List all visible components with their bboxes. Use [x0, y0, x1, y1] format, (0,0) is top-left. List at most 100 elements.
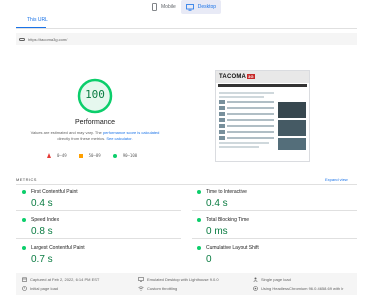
initial-page-load: Initial page load [22, 286, 58, 291]
tab-mobile[interactable]: Mobile [147, 0, 181, 14]
note-text-1: Values are estimated and may vary. The [30, 130, 103, 135]
metric-divider [192, 238, 357, 239]
browser-text: Using HeadlessChromium 96.0.4658.69 with… [261, 286, 344, 291]
metric-fcp: First Contentful Paint 0.4 s [22, 189, 78, 209]
url-text: https://tacoma3g.com/ [28, 36, 68, 42]
note-text-2: directly from these metrics. [57, 136, 107, 141]
tab-mobile-label: Mobile [161, 4, 176, 10]
metric-tti: Time to Interactive 0.4 s [197, 189, 247, 209]
tab-desktop[interactable]: Desktop [180, 0, 222, 14]
metric-lcp: Largest Contentful Paint 0.7 s [22, 245, 85, 265]
thumbnail-line [219, 146, 259, 148]
runtime-settings: Captured at Feb 2, 2022, 6:14 PM EST Emu… [16, 273, 357, 295]
desktop-icon [185, 3, 194, 11]
phone-icon [152, 3, 157, 11]
thumbnail-body [216, 88, 309, 158]
emulated-device: Emulated Desktop with Lighthouse 9.0.0 [138, 277, 219, 282]
metric-value: 0 ms [206, 226, 228, 237]
initial-load-text: Initial page load [30, 286, 59, 291]
thumbnail-logo-text: TACOMA [219, 74, 247, 80]
score-calculated-link[interactable]: performance score is calculated [103, 130, 159, 135]
single-load-text: Single page load [261, 277, 291, 282]
metrics-divider [16, 184, 357, 185]
metric-name: Total Blocking Time [206, 217, 250, 223]
captured-at: Captured at Feb 2, 2022, 6:14 PM EST [22, 277, 99, 282]
pass-dot-icon [22, 246, 26, 250]
metric-value: 0.4 s [206, 198, 228, 209]
wifi-icon [138, 286, 144, 291]
performance-note: Values are estimated and may vary. The p… [30, 130, 160, 142]
thumbnail-image [278, 102, 306, 118]
performance-score: 100 [85, 88, 105, 101]
thumbnail-row [219, 136, 274, 140]
thumbnail-line [219, 96, 264, 98]
metrics-heading: METRICS [16, 177, 37, 182]
thumbnail-logo-badge: 3G [247, 74, 255, 79]
metric-cls: Cumulative Layout Shift 0 [197, 245, 259, 265]
page-screenshot-thumbnail: TACOMA 3G [215, 70, 310, 162]
legend-average: 50–89 [78, 153, 101, 158]
custom-throttling: Custom throttling [138, 286, 177, 291]
thumbnail-logo: TACOMA 3G [219, 74, 255, 80]
thumbnail-line [219, 142, 269, 144]
person-icon [253, 277, 258, 282]
single-page-load: Single page load [253, 277, 291, 282]
tab-divider [16, 28, 357, 29]
metric-value: 0.8 s [31, 226, 53, 237]
metric-name: First Contentful Paint [31, 189, 78, 195]
metric-name: Cumulative Layout Shift [206, 245, 259, 251]
pass-dot-icon [22, 218, 26, 222]
metric-divider [192, 210, 357, 211]
emulated-text: Emulated Desktop with Lighthouse 9.0.0 [147, 277, 219, 282]
tab-desktop-label: Desktop [197, 4, 217, 10]
thumbnail-image [278, 120, 306, 136]
pass-circle-icon [112, 153, 117, 158]
pass-dot-icon [197, 246, 201, 250]
metric-name: Largest Contentful Paint [31, 245, 85, 251]
legend-pass-range: 90–100 [122, 153, 138, 158]
throttling-text: Custom throttling [147, 286, 178, 291]
thumbnail-row [219, 118, 274, 122]
average-square-icon [78, 153, 83, 158]
tab-this-url[interactable]: This URL [27, 17, 48, 23]
metric-value: 0 [206, 254, 212, 265]
timer-icon [22, 286, 27, 291]
metric-name: Time to Interactive [206, 189, 247, 195]
thumbnail-row [219, 130, 274, 134]
metric-value: 0.4 s [31, 198, 53, 209]
monitor-icon [138, 277, 144, 282]
legend-fail: 0–49 [47, 153, 67, 158]
thumbnail-row [219, 124, 274, 128]
metric-divider [16, 210, 181, 211]
score-legend: 0–49 50–89 90–100 [47, 153, 149, 158]
expand-view-button[interactable]: Expand view [325, 177, 348, 182]
url-bar: https://tacoma3g.com/ [16, 33, 357, 45]
pagespeed-report: Mobile Desktop This URL https://tacoma3g… [0, 0, 373, 300]
legend-average-range: 50–89 [88, 153, 101, 158]
link-icon [19, 37, 25, 41]
performance-title: Performance [74, 119, 116, 126]
pass-dot-icon [197, 218, 201, 222]
thumbnail-row [219, 112, 274, 116]
calculator-link[interactable]: See calculator. [106, 136, 132, 141]
legend-fail-range: 0–49 [57, 153, 67, 158]
thumbnail-line [219, 92, 274, 94]
device-tabs: Mobile Desktop [147, 0, 222, 14]
browser-icon [253, 286, 258, 291]
pass-dot-icon [22, 190, 26, 194]
calendar-icon [22, 277, 27, 282]
captured-text: Captured at Feb 2, 2022, 6:14 PM EST [30, 277, 100, 282]
thumbnail-header: TACOMA 3G [216, 71, 309, 83]
thumbnail-image [278, 138, 306, 150]
metric-divider [16, 238, 181, 239]
fail-triangle-icon [47, 153, 51, 158]
metric-tbt: Total Blocking Time 0 ms [197, 217, 249, 237]
browser-info: Using HeadlessChromium 96.0.4658.69 with… [253, 286, 343, 291]
metric-speed-index: Speed Index 0.8 s [22, 217, 59, 237]
pass-dot-icon [197, 190, 201, 194]
legend-pass: 90–100 [112, 153, 138, 158]
thumbnail-nav [218, 84, 307, 87]
metric-value: 0.7 s [31, 254, 53, 265]
metric-name: Speed Index [31, 217, 60, 223]
thumbnail-row [219, 100, 274, 104]
